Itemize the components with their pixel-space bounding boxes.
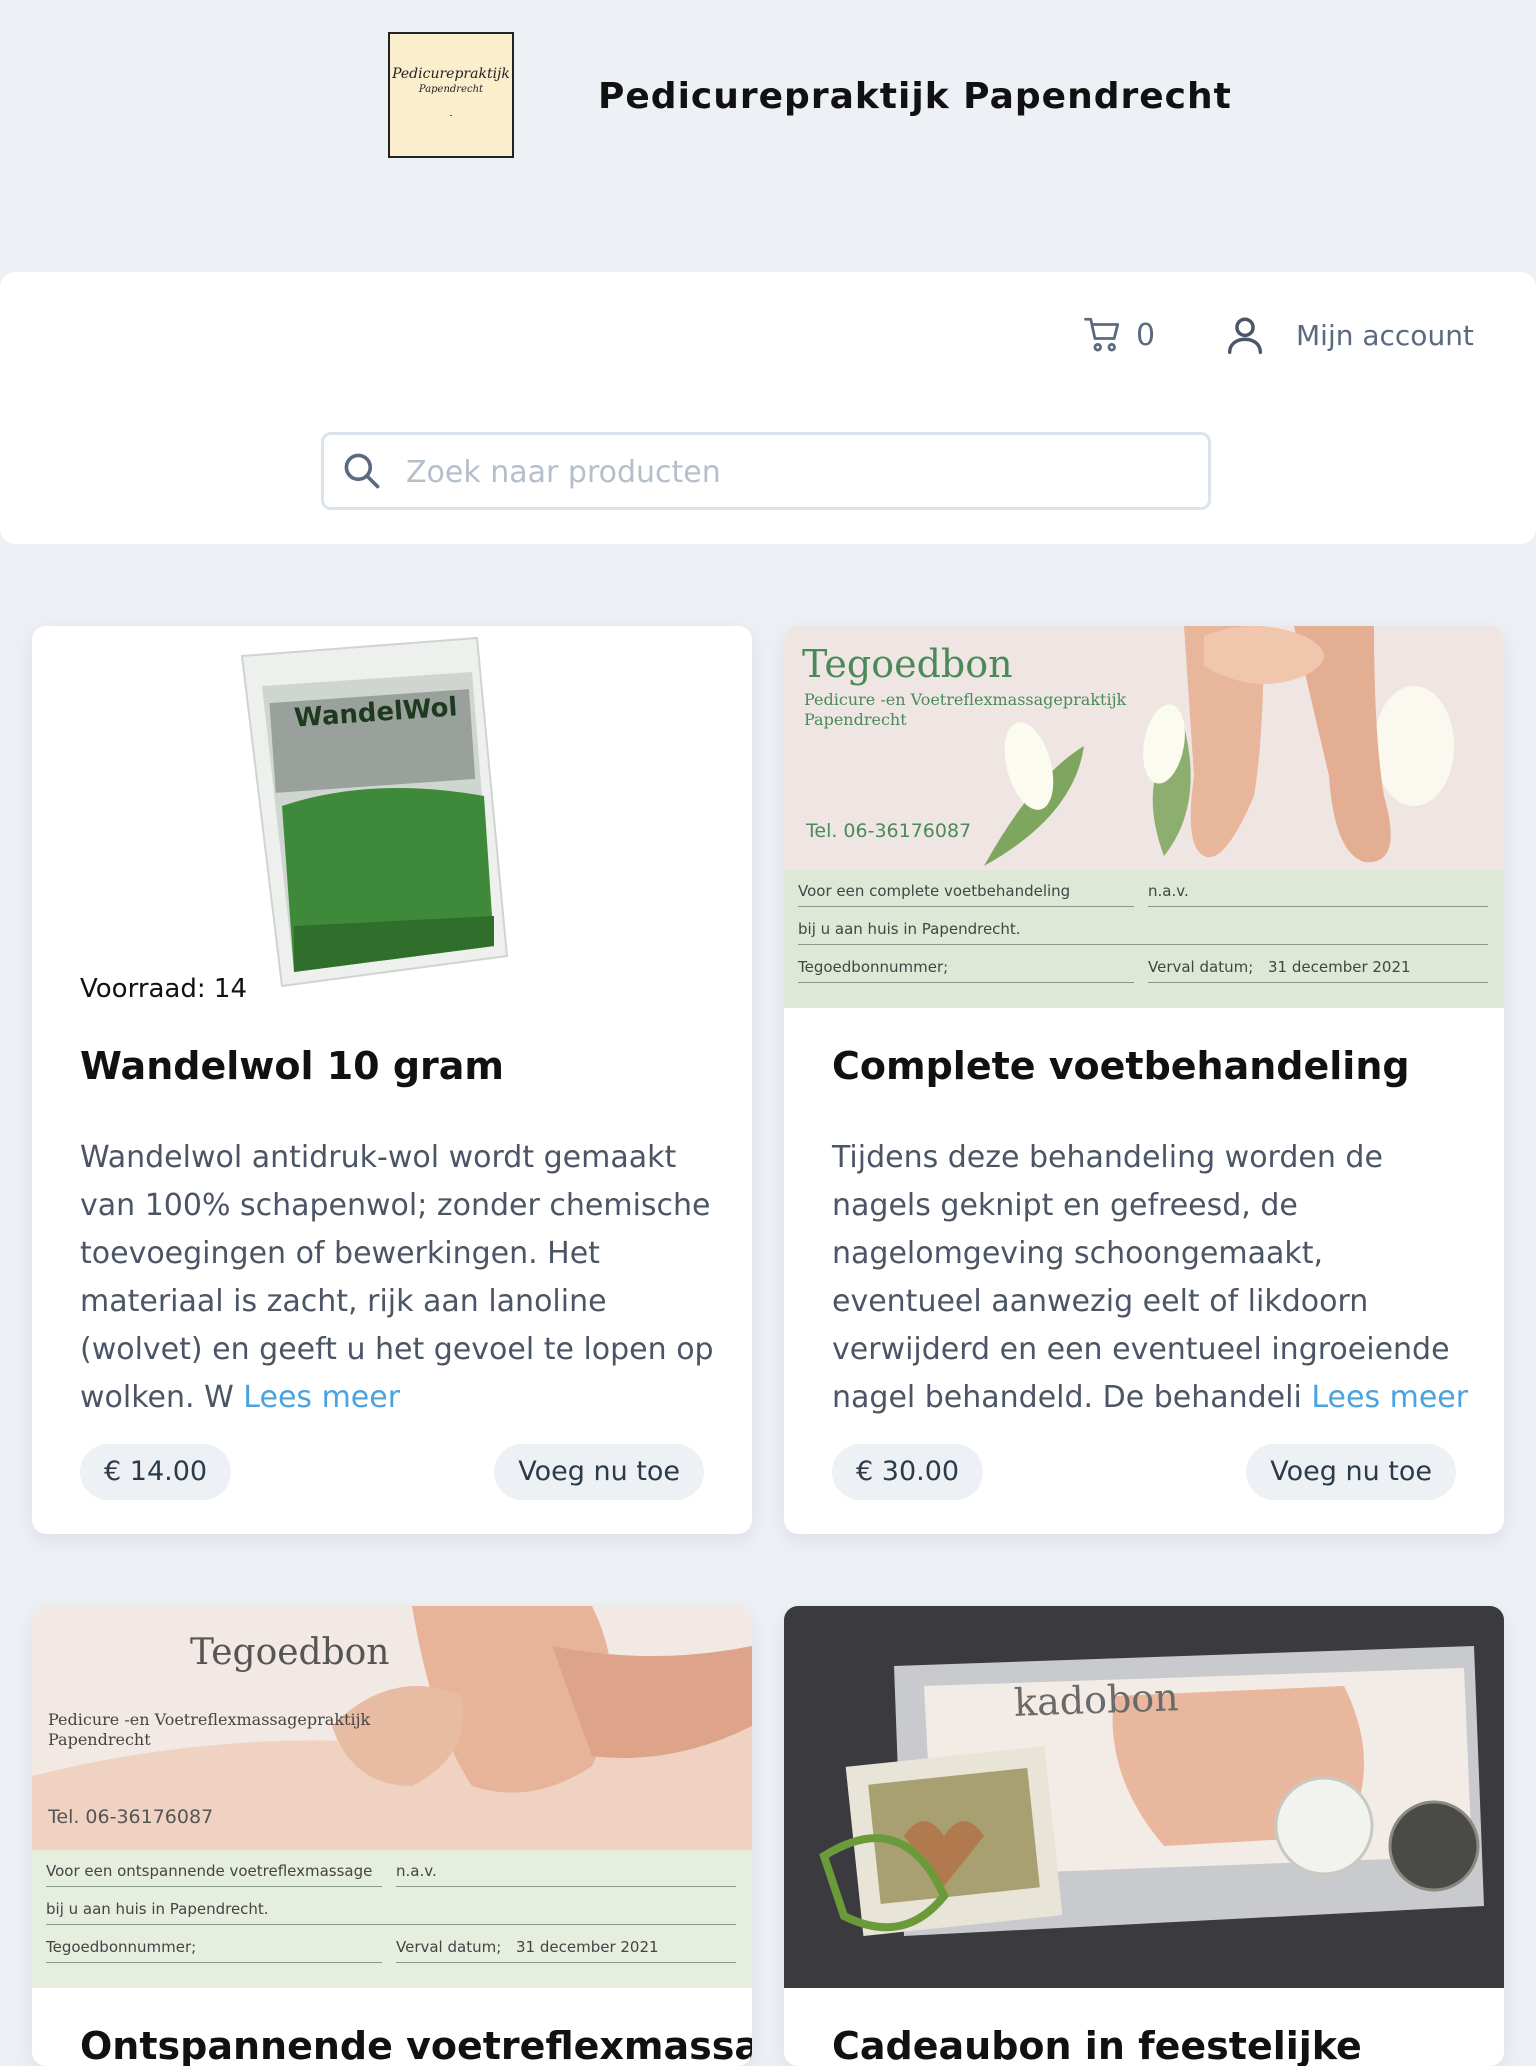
form-line <box>396 1962 736 1963</box>
site-header: Pedicurepraktijk Papendrecht Pedicurepra… <box>0 0 1536 272</box>
add-to-cart-button[interactable]: Voeg nu toe <box>494 1444 704 1500</box>
product-title[interactable]: Cadeaubon in feestelijke <box>832 2024 1362 2066</box>
voucher-expiry-date: 31 december 2021 <box>516 1938 659 1956</box>
voucher-image: Tegoedbon Pedicure -en Voetreflexmassage… <box>32 1606 752 1988</box>
account-link[interactable]: Mijn account <box>1222 312 1474 358</box>
logo[interactable]: Pedicurepraktijk Papendrecht <box>388 32 514 158</box>
cart-button[interactable]: 0 <box>1082 314 1155 356</box>
voucher-line3: Tegoedbonnummer; <box>798 958 949 976</box>
voucher-tel: Tel. 06-36176087 <box>48 1806 214 1828</box>
voucher-sub2: Papendrecht <box>804 710 907 729</box>
search-icon <box>344 453 380 489</box>
voucher-line3: Tegoedbonnummer; <box>46 1938 197 1956</box>
form-line <box>46 1962 382 1963</box>
voucher-form: Voor een complete voetbehandeling n.a.v.… <box>784 870 1504 1008</box>
user-icon <box>1227 317 1263 354</box>
logo-subtext: Papendrecht <box>418 84 484 95</box>
voucher-subtitle: Pedicure -en Voetreflexmassagepraktijk Pa… <box>48 1710 370 1750</box>
voucher-expiry-date: 31 december 2021 <box>1268 958 1411 976</box>
form-line <box>798 906 1134 907</box>
product-card-voetreflexmassage[interactable]: Tegoedbon Pedicure -en Voetreflexmassage… <box>32 1606 752 2066</box>
voucher-line1: Voor een ontspannende voetreflexmassage <box>46 1862 373 1880</box>
product-image[interactable]: Tegoedbon Pedicure -en Voetreflexmassage… <box>784 626 1504 1008</box>
product-title[interactable]: Complete voetbehandeling <box>832 1044 1410 1088</box>
read-more-link[interactable]: Lees meer <box>243 1380 400 1415</box>
voucher-title: Tegoedbon <box>802 642 1013 686</box>
product-card-cadeaubon[interactable]: kadobon Cadeaubon in feestelijke <box>784 1606 1504 2066</box>
voucher-nav: n.a.v. <box>1148 882 1189 900</box>
description-text: Tijdens deze behandeling worden de nagel… <box>832 1140 1450 1415</box>
voucher-line2: bij u aan huis in Papendrecht. <box>798 920 1021 938</box>
gift-voucher-photo <box>784 1606 1504 1988</box>
site-title[interactable]: Pedicurepraktijk Papendrecht <box>598 76 1232 117</box>
voucher-expiry-label: Verval datum; <box>396 1938 502 1956</box>
kadobon-text: kadobon <box>1013 1675 1180 1725</box>
voucher-tel: Tel. 06-36176087 <box>806 820 972 842</box>
product-card-wandelwol[interactable]: WandelWol Voorraad: 14 Wandelwol 10 gram… <box>32 626 752 1534</box>
product-description: Tijdens deze behandeling worden de nagel… <box>832 1134 1472 1422</box>
voucher-sub1: Pedicure -en Voetreflexmassagepraktijk <box>804 690 1127 709</box>
voucher-subtitle: Pedicure -en Voetreflexmassagepraktijk Pa… <box>804 690 1126 730</box>
form-line <box>1148 906 1488 907</box>
cart-count: 0 <box>1136 317 1156 353</box>
product-title[interactable]: Wandelwol 10 gram <box>80 1044 504 1088</box>
price-badge: € 30.00 <box>832 1444 984 1500</box>
logo-text: Pedicurepraktijk <box>392 66 510 82</box>
search-box[interactable] <box>321 432 1211 510</box>
voucher-sub1: Pedicure -en Voetreflexmassagepraktijk <box>48 1710 371 1729</box>
read-more-link[interactable]: Lees meer <box>1311 1380 1468 1415</box>
form-line <box>46 1886 382 1887</box>
voucher-image: Tegoedbon Pedicure -en Voetreflexmassage… <box>784 626 1504 1008</box>
product-title[interactable]: Ontspannende voetreflexmassage <box>80 2024 752 2066</box>
voucher-line1: Voor een complete voetbehandeling <box>798 882 1071 900</box>
product-image[interactable]: WandelWol <box>32 626 752 1008</box>
voucher-expiry-label: Verval datum; <box>1148 958 1254 976</box>
form-line <box>46 1924 736 1925</box>
voucher-sub2: Papendrecht <box>48 1730 151 1749</box>
product-image[interactable]: kadobon <box>784 1606 1504 1988</box>
voucher-line2: bij u aan huis in Papendrecht. <box>46 1900 269 1918</box>
logo-divider <box>450 115 452 125</box>
voucher-title: Tegoedbon <box>190 1632 390 1673</box>
form-line <box>396 1886 736 1887</box>
form-line <box>798 944 1488 945</box>
product-card-voetbehandeling[interactable]: Tegoedbon Pedicure -en Voetreflexmassage… <box>784 626 1504 1534</box>
description-text: Wandelwol antidruk-wol wordt gemaakt van… <box>80 1140 714 1415</box>
account-label: Mijn account <box>1296 318 1474 352</box>
price-badge: € 14.00 <box>80 1444 232 1500</box>
product-description: Wandelwol antidruk-wol wordt gemaakt van… <box>80 1134 720 1422</box>
wandelwol-package-image <box>32 626 752 1008</box>
voucher-nav: n.a.v. <box>396 1862 437 1880</box>
add-to-cart-button[interactable]: Voeg nu toe <box>1246 1444 1456 1500</box>
voucher-form: Voor een ontspannende voetreflexmassage … <box>32 1850 752 1988</box>
cart-icon <box>1084 317 1120 352</box>
form-line <box>1148 982 1488 983</box>
stock-label: Voorraad: 14 <box>80 974 247 1004</box>
topbar: 0 Mijn account <box>0 272 1536 544</box>
form-line <box>798 982 1134 983</box>
product-image[interactable]: Tegoedbon Pedicure -en Voetreflexmassage… <box>32 1606 752 1988</box>
search-input[interactable] <box>404 445 1188 499</box>
